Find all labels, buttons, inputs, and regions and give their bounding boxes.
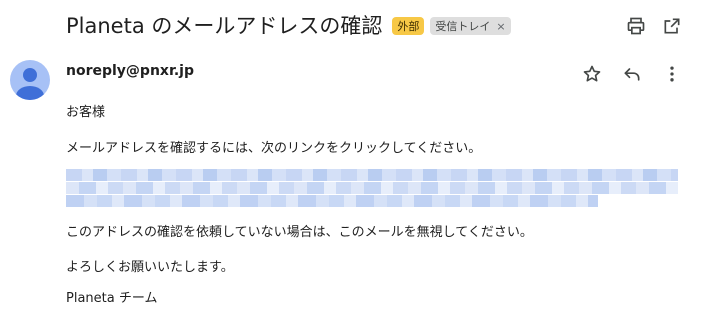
signature-text: Planeta チーム [66,291,158,306]
ignore-notice-text: このアドレスの確認を依頼していない場合は、このメールを無視してください。 [66,225,533,240]
email-view: Planeta のメールアドレスの確認 外部 受信トレイ × noreply@p… [0,0,708,311]
instruction-text: メールアドレスを確認するには、次のリンクをクリックしてください。 [66,141,482,156]
closing-text: よろしくお願いいたします。 [66,260,234,275]
sender-address[interactable]: noreply@pnxr.jp [66,63,194,79]
redacted-link-line [66,195,598,207]
more-vertical-icon[interactable] [660,62,684,86]
redacted-link-line [66,169,678,181]
sender-avatar [10,60,50,100]
reply-icon[interactable] [620,62,644,86]
person-icon [16,68,44,100]
star-icon[interactable] [580,62,604,86]
inbox-label-chip: 受信トレイ × [430,17,511,35]
redacted-link-line [66,182,678,194]
inbox-label-text: 受信トレイ [435,20,491,33]
thread-actions [624,14,684,38]
message-actions [580,62,684,86]
remove-label-icon[interactable]: × [496,20,505,33]
redacted-verification-link[interactable] [66,169,678,207]
external-label-chip: 外部 [392,17,425,35]
email-subject: Planeta のメールアドレスの確認 [66,14,383,38]
print-icon[interactable] [624,14,648,38]
subject-row: Planeta のメールアドレスの確認 外部 受信トレイ × [66,10,511,42]
greeting-text: お客様 [66,105,106,120]
open-in-new-window-icon[interactable] [660,14,684,38]
